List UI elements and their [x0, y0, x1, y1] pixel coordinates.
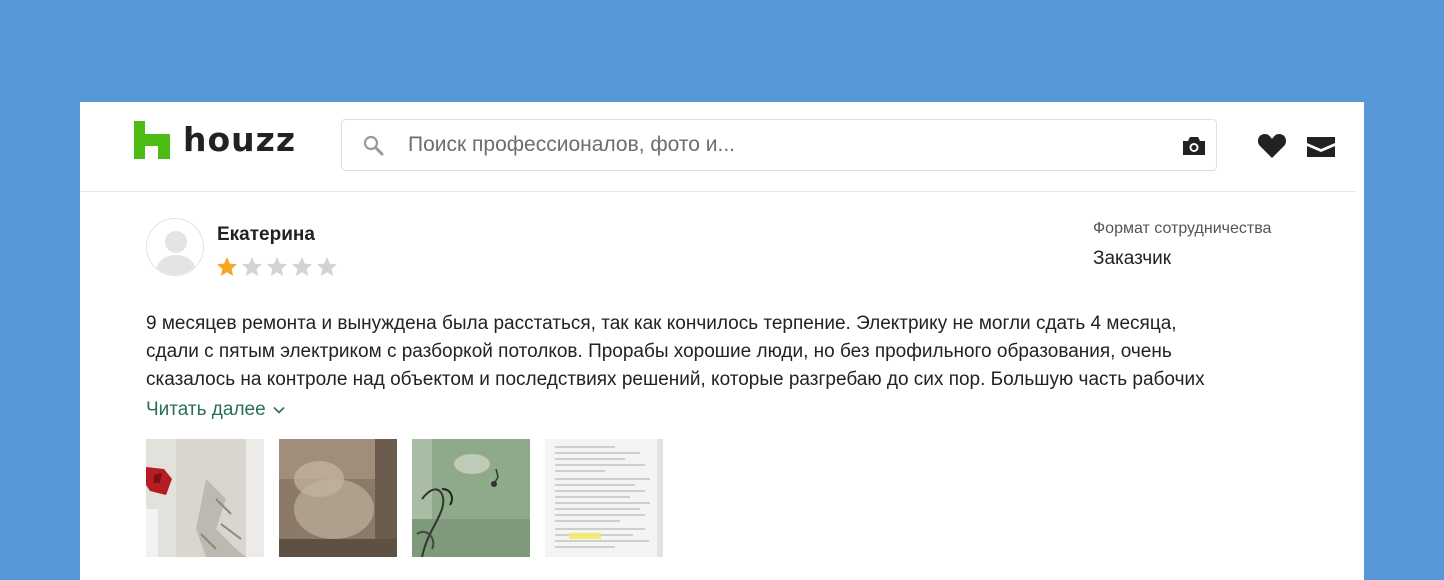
houzz-logo-icon	[134, 121, 170, 159]
star-icon	[267, 257, 287, 276]
collaboration-format-value: Заказчик	[1093, 248, 1172, 269]
review-text-line: сдали с пятым электриком с разборкой пот…	[146, 341, 1172, 362]
photo-dusty-floor-image	[279, 439, 397, 557]
collaboration-format-label: Формат сотрудничества	[1093, 220, 1272, 237]
search-bar[interactable]	[341, 119, 1217, 171]
houzz-logo[interactable]: houzz	[134, 120, 296, 160]
photo-dusty-floor[interactable]	[279, 439, 397, 557]
chevron-down-icon	[273, 406, 285, 414]
photo-document[interactable]	[545, 439, 663, 557]
star-icon	[242, 257, 262, 276]
star-icon	[292, 257, 312, 276]
star-rating	[215, 255, 339, 279]
star-icon	[317, 257, 337, 276]
star-icon	[217, 257, 237, 276]
review-text: 9 месяцев ремонта и вынуждена была расст…	[146, 310, 1316, 394]
review-text-line: сказалось на контроле над объектом и пос…	[146, 369, 1205, 390]
read-more-link[interactable]: Читать далее	[146, 398, 286, 422]
read-more-label: Читать далее	[146, 399, 266, 420]
photo-green-wall-wires[interactable]	[412, 439, 530, 557]
user-placeholder-icon	[147, 219, 203, 275]
photo-damaged-wall[interactable]	[146, 439, 264, 557]
photo-damaged-wall-image	[146, 439, 264, 557]
search-icon	[363, 135, 384, 156]
site-header: houzz	[80, 102, 1356, 192]
avatar[interactable]	[146, 218, 204, 276]
search-input[interactable]	[408, 128, 1108, 162]
review-photos	[146, 439, 663, 557]
heart-icon[interactable]	[1257, 133, 1287, 159]
author-name[interactable]: Екатерина	[217, 223, 315, 247]
review-text-line: 9 месяцев ремонта и вынуждена была расст…	[146, 313, 1177, 334]
photo-green-wall-wires-image	[412, 439, 530, 557]
review-card: houzz Екатерина	[80, 102, 1364, 580]
camera-icon[interactable]	[1181, 135, 1207, 157]
photo-document-image	[545, 439, 663, 557]
logo-text: houzz	[183, 120, 297, 159]
mail-icon[interactable]	[1306, 136, 1336, 158]
